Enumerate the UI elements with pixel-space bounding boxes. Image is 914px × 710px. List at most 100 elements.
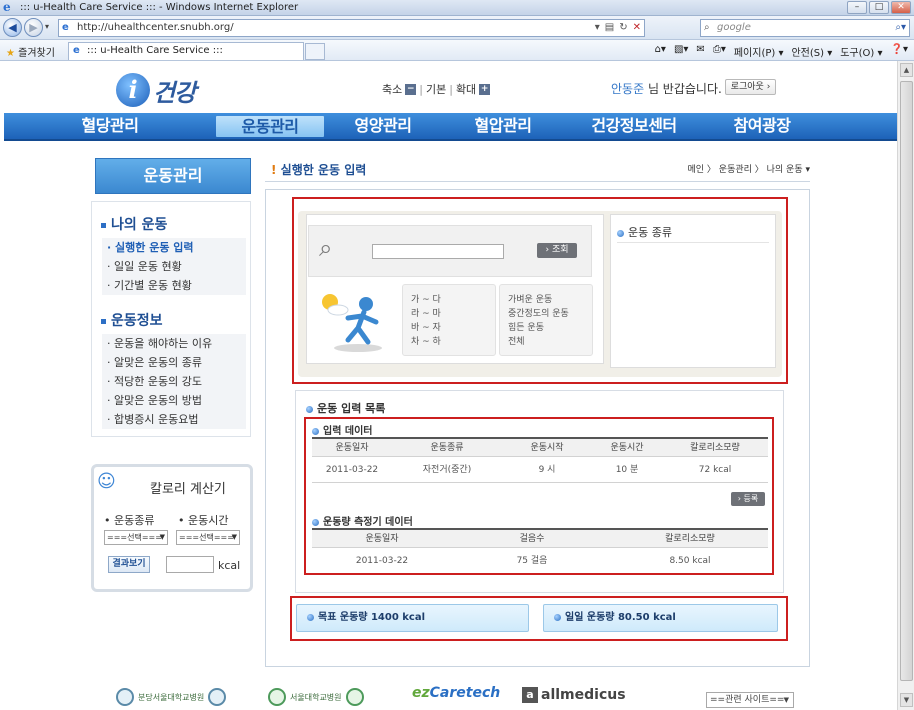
- address-dropdown-icon[interactable]: ▾: [595, 20, 600, 36]
- hospital-seal-icon: [345, 688, 364, 706]
- history-dropdown-icon[interactable]: ▾: [45, 22, 49, 31]
- tools-menu[interactable]: 도구(O) ▾: [840, 44, 882, 59]
- footer-logo-bundang[interactable]: 분당서울대학교병원: [116, 688, 227, 706]
- star-icon: ★: [6, 48, 15, 59]
- zoom-in-label: 확대: [455, 83, 477, 96]
- vertical-scrollbar[interactable]: ▲ ▼: [897, 61, 914, 710]
- exercise-list-header: 운동 입력 목록: [306, 400, 385, 416]
- hospital-seal-icon: [116, 688, 134, 706]
- favorites-label: 즐겨찾기: [18, 48, 55, 59]
- sidebar-group-exercise-info[interactable]: 운동정보: [101, 310, 163, 330]
- feeds-icon[interactable]: ▧▾: [674, 44, 688, 59]
- search-input[interactable]: ⌕ google ⌕▾: [700, 19, 910, 37]
- close-button[interactable]: ✕: [891, 1, 911, 14]
- sidebar-item-daily-status[interactable]: · 일일 운동 현황: [102, 257, 246, 276]
- refresh-icon[interactable]: ↻: [619, 20, 627, 36]
- select-value: ===선택===: [179, 533, 234, 542]
- zoom-in-button[interactable]: +: [479, 83, 491, 95]
- window-title: ::: u-Health Care Service ::: - Windows …: [20, 2, 299, 13]
- related-sites-select[interactable]: ==관련 사이트== ▼: [706, 692, 794, 708]
- calc-result-button[interactable]: 결과보기: [108, 556, 150, 573]
- footer-logo-snuh[interactable]: 서울대학교병원: [268, 688, 364, 706]
- group-label: 운동정보: [111, 313, 163, 329]
- browser-tab[interactable]: e ::: u-Health Care Service :::: [68, 42, 325, 60]
- user-greeting: 안동준 님 반갑습니다.: [611, 80, 722, 97]
- sidebar-group-my-exercise[interactable]: 나의 운동: [101, 214, 167, 234]
- calorie-calculator: ☺ 칼로리 계산기 • 운동종류 • 운동시간 ===선택=== ▼ ===선택=…: [91, 464, 253, 592]
- home-icon[interactable]: ⌂▾: [655, 44, 666, 59]
- user-name: 안동준: [611, 82, 645, 96]
- forward-button[interactable]: ▶: [24, 18, 43, 37]
- nav-community[interactable]: 참여광장: [704, 113, 820, 139]
- nav-nutrition[interactable]: 영양관리: [324, 113, 442, 139]
- divider: |: [449, 82, 453, 96]
- global-nav: 혈당관리 운동관리 영양관리 혈압관리 건강정보센터 참여광장: [4, 113, 897, 141]
- compat-view-icon[interactable]: ▤: [605, 20, 614, 36]
- logout-button[interactable]: 로그아웃 ›: [725, 79, 776, 95]
- kcal-result-field[interactable]: [166, 556, 214, 573]
- safety-menu[interactable]: 안전(S) ▾: [791, 44, 832, 59]
- sidebar-item-exercise-input[interactable]: · 실행한 운동 입력: [102, 238, 246, 257]
- search-go-icon[interactable]: ⌕▾: [895, 20, 906, 36]
- hospital-seal-icon: [208, 688, 227, 706]
- page-title: ! 실행한 운동 입력: [271, 161, 366, 178]
- help-menu[interactable]: ❓▾: [891, 44, 908, 59]
- highlight-box-summary: [290, 596, 788, 641]
- print-icon[interactable]: ⎙▾: [713, 44, 726, 59]
- scroll-thumb[interactable]: [900, 81, 913, 681]
- chevron-down-icon: ▼: [783, 696, 789, 704]
- zoom-default-button[interactable]: 기본: [426, 81, 446, 97]
- logout-label: 로그아웃: [730, 82, 764, 92]
- sidebar-item-complications[interactable]: · 합병증시 운동요법: [102, 410, 246, 429]
- sidebar-item-method[interactable]: · 알맞은 운동의 방법: [102, 391, 246, 410]
- url-text: http://uhealthcenter.snubh.org/: [77, 22, 234, 33]
- exercise-time-select[interactable]: ===선택=== ▼: [176, 530, 240, 545]
- search-provider-icon: ⌕: [704, 22, 710, 33]
- sidebar-item-intensity[interactable]: · 적당한 운동의 강도: [102, 372, 246, 391]
- hospital-seal-icon: [268, 688, 286, 706]
- nav-glucose[interactable]: 혈당관리: [4, 113, 216, 139]
- kcal-unit: kcal: [218, 559, 241, 572]
- footer-logo-ezcaretech[interactable]: ezCaretech: [412, 685, 500, 701]
- sidebar-item-why[interactable]: · 운동을 해야하는 이유: [102, 334, 246, 353]
- page-menu[interactable]: 페이지(P) ▾: [734, 44, 784, 59]
- maximize-button[interactable]: □: [869, 1, 889, 14]
- allmedicus-mark-icon: a: [522, 687, 538, 703]
- bullet-icon: [306, 405, 313, 413]
- nav-exercise[interactable]: 운동관리: [216, 116, 324, 137]
- address-input[interactable]: e http://uhealthcenter.snubh.org/ ▾ ▤ ↻ …: [58, 19, 645, 37]
- command-bar: ⌂▾ ▧▾ ✉ ⎙▾ 페이지(P) ▾ 안전(S) ▾ 도구(O) ▾ ❓▾: [655, 44, 908, 59]
- exercise-type-select[interactable]: ===선택=== ▼: [104, 530, 168, 545]
- stop-icon[interactable]: ✕: [633, 20, 641, 36]
- ie-logo-icon: e: [3, 0, 11, 14]
- sidebar-submenu-2: · 운동을 해야하는 이유 · 알맞은 운동의 종류 · 적당한 운동의 강도 …: [102, 334, 246, 429]
- page-icon: e: [62, 22, 69, 33]
- mail-icon[interactable]: ✉: [696, 44, 704, 59]
- tab-ie-icon: e: [73, 45, 80, 56]
- bullet-icon: [101, 222, 106, 228]
- sidebar-item-types[interactable]: · 알맞은 운동의 종류: [102, 353, 246, 372]
- zoom-out-button[interactable]: −: [405, 83, 417, 95]
- favorites-button[interactable]: ★ 즐겨찾기: [6, 44, 55, 59]
- minimize-button[interactable]: –: [847, 1, 867, 14]
- greeting-text: 님 반갑습니다.: [644, 82, 722, 96]
- back-button[interactable]: ◀: [3, 18, 22, 37]
- nav-health-info[interactable]: 건강정보센터: [564, 113, 704, 139]
- sidebar-submenu-1: · 실행한 운동 입력 · 일일 운동 현황 · 기간별 운동 현황: [102, 238, 246, 295]
- scroll-up-icon[interactable]: ▲: [900, 63, 913, 77]
- logo-text: 건강: [153, 78, 196, 107]
- tab-title: ::: u-Health Care Service :::: [87, 45, 223, 56]
- new-tab-button[interactable]: [305, 43, 325, 60]
- scroll-down-icon[interactable]: ▼: [900, 693, 913, 707]
- breadcrumb[interactable]: 메인 〉 운동관리 〉 나의 운동 ▾: [688, 162, 810, 175]
- chevron-down-icon: ▼: [159, 533, 165, 541]
- nav-blood-pressure[interactable]: 혈압관리: [442, 113, 564, 139]
- sidebar-item-period-status[interactable]: · 기간별 운동 현황: [102, 276, 246, 295]
- favorites-bar: ★ 즐겨찾기 e ::: u-Health Care Service ::: ⌂…: [0, 40, 914, 61]
- footer-logo-allmedicus[interactable]: a allmedicus: [522, 687, 626, 703]
- bullet-icon: [101, 318, 106, 324]
- address-actions: ▾ ▤ ↻ ✕: [595, 20, 641, 36]
- ezcare-suffix: Caretech: [429, 685, 501, 701]
- allmedicus-name: allmedicus: [541, 687, 626, 703]
- site-logo[interactable]: i 건강: [116, 72, 196, 108]
